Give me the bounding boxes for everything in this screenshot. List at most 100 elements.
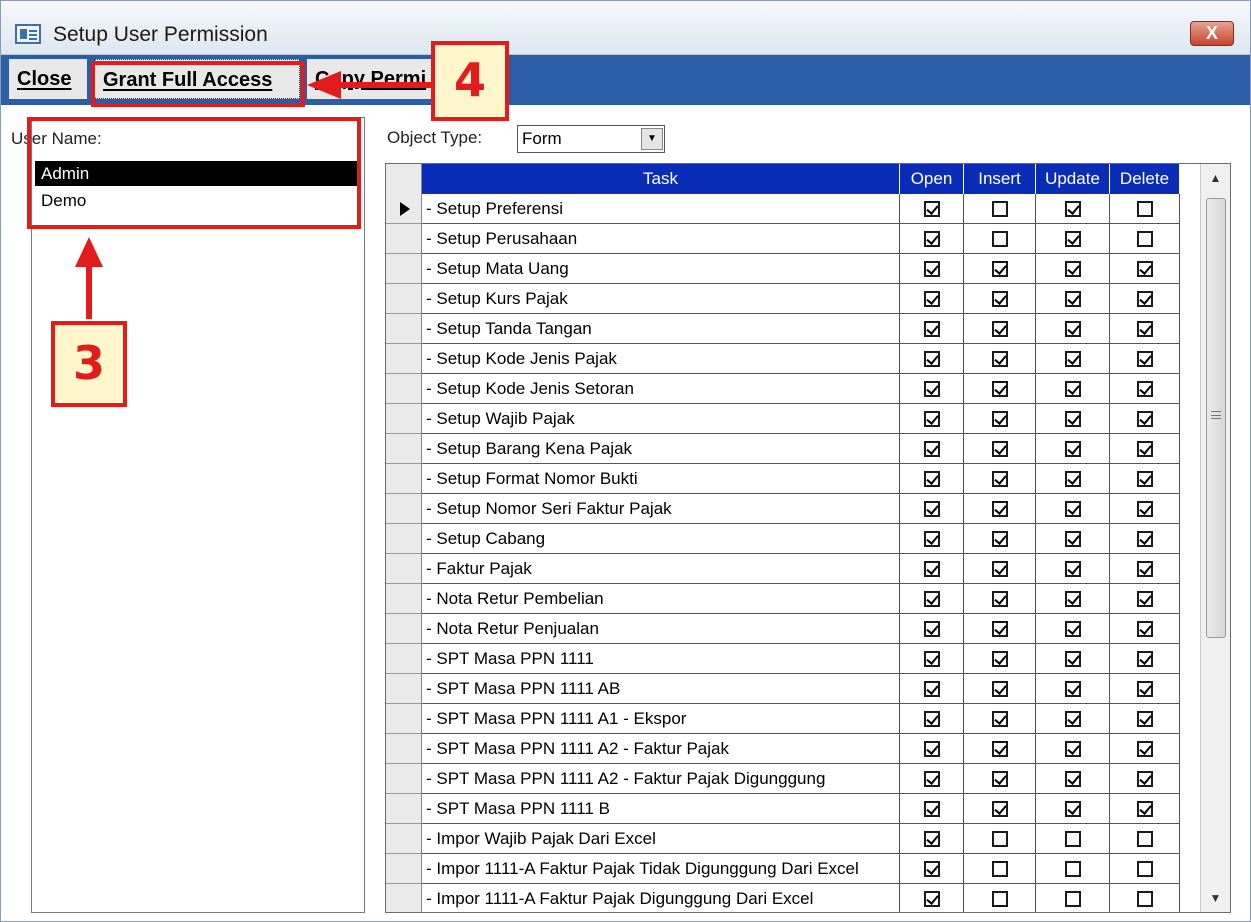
insert-checkbox[interactable]: [991, 500, 1008, 517]
table-row[interactable]: - Setup Mata Uang: [386, 254, 1204, 284]
table-row[interactable]: - Setup Tanda Tangan: [386, 314, 1204, 344]
insert-checkbox[interactable]: [991, 380, 1008, 397]
open-checkbox[interactable]: [923, 830, 940, 847]
delete-checkbox[interactable]: [1136, 650, 1153, 667]
table-row[interactable]: - Impor 1111-A Faktur Pajak Digunggung D…: [386, 884, 1204, 912]
update-checkbox[interactable]: [1064, 200, 1081, 217]
update-checkbox[interactable]: [1064, 620, 1081, 637]
delete-checkbox[interactable]: [1136, 320, 1153, 337]
insert-checkbox[interactable]: [991, 560, 1008, 577]
delete-checkbox[interactable]: [1136, 860, 1153, 877]
update-checkbox[interactable]: [1064, 350, 1081, 367]
update-checkbox[interactable]: [1064, 770, 1081, 787]
delete-checkbox[interactable]: [1136, 710, 1153, 727]
update-checkbox[interactable]: [1064, 440, 1081, 457]
update-checkbox[interactable]: [1064, 380, 1081, 397]
open-checkbox[interactable]: [923, 770, 940, 787]
table-row[interactable]: - Nota Retur Penjualan: [386, 614, 1204, 644]
delete-checkbox[interactable]: [1136, 230, 1153, 247]
row-selector[interactable]: [386, 884, 422, 912]
open-checkbox[interactable]: [923, 740, 940, 757]
insert-checkbox[interactable]: [991, 200, 1008, 217]
row-selector[interactable]: [386, 644, 422, 674]
insert-checkbox[interactable]: [991, 350, 1008, 367]
open-checkbox[interactable]: [923, 590, 940, 607]
row-selector[interactable]: [386, 494, 422, 524]
insert-checkbox[interactable]: [991, 620, 1008, 637]
open-checkbox[interactable]: [923, 680, 940, 697]
insert-checkbox[interactable]: [991, 830, 1008, 847]
update-checkbox[interactable]: [1064, 530, 1081, 547]
table-row[interactable]: - SPT Masa PPN 1111 A2 - Faktur Pajak Di…: [386, 764, 1204, 794]
update-checkbox[interactable]: [1064, 500, 1081, 517]
update-checkbox[interactable]: [1064, 800, 1081, 817]
open-checkbox[interactable]: [923, 260, 940, 277]
row-selector[interactable]: [386, 854, 422, 884]
insert-checkbox[interactable]: [991, 260, 1008, 277]
open-checkbox[interactable]: [923, 410, 940, 427]
open-checkbox[interactable]: [923, 530, 940, 547]
row-selector[interactable]: [386, 704, 422, 734]
table-row[interactable]: - Setup Kode Jenis Setoran: [386, 374, 1204, 404]
scroll-up-icon[interactable]: ▲: [1201, 164, 1230, 192]
delete-checkbox[interactable]: [1136, 530, 1153, 547]
insert-checkbox[interactable]: [991, 800, 1008, 817]
delete-checkbox[interactable]: [1136, 560, 1153, 577]
update-checkbox[interactable]: [1064, 860, 1081, 877]
open-checkbox[interactable]: [923, 350, 940, 367]
row-selector[interactable]: [386, 614, 422, 644]
delete-checkbox[interactable]: [1136, 590, 1153, 607]
table-row[interactable]: - SPT Masa PPN 1111 AB: [386, 674, 1204, 704]
delete-checkbox[interactable]: [1136, 440, 1153, 457]
scroll-thumb[interactable]: [1206, 198, 1226, 638]
open-checkbox[interactable]: [923, 440, 940, 457]
insert-checkbox[interactable]: [991, 710, 1008, 727]
delete-checkbox[interactable]: [1136, 890, 1153, 907]
open-checkbox[interactable]: [923, 620, 940, 637]
row-selector[interactable]: [386, 434, 422, 464]
update-checkbox[interactable]: [1064, 290, 1081, 307]
row-selector[interactable]: [386, 284, 422, 314]
table-row[interactable]: - Impor 1111-A Faktur Pajak Tidak Digung…: [386, 854, 1204, 884]
object-type-select[interactable]: Form ▼: [517, 125, 665, 153]
table-row[interactable]: - Setup Nomor Seri Faktur Pajak: [386, 494, 1204, 524]
table-row[interactable]: - Setup Perusahaan: [386, 224, 1204, 254]
update-checkbox[interactable]: [1064, 830, 1081, 847]
open-checkbox[interactable]: [923, 560, 940, 577]
delete-checkbox[interactable]: [1136, 770, 1153, 787]
copy-permission-button[interactable]: Copy Permi: [307, 59, 431, 99]
open-checkbox[interactable]: [923, 290, 940, 307]
table-row[interactable]: - Faktur Pajak: [386, 554, 1204, 584]
row-selector[interactable]: [386, 764, 422, 794]
insert-checkbox[interactable]: [991, 680, 1008, 697]
chevron-down-icon[interactable]: ▼: [641, 128, 663, 150]
table-row[interactable]: - SPT Masa PPN 1111: [386, 644, 1204, 674]
delete-checkbox[interactable]: [1136, 800, 1153, 817]
table-row[interactable]: - Setup Kurs Pajak: [386, 284, 1204, 314]
window-close-button[interactable]: X: [1190, 21, 1234, 46]
delete-checkbox[interactable]: [1136, 500, 1153, 517]
open-checkbox[interactable]: [923, 890, 940, 907]
delete-checkbox[interactable]: [1136, 830, 1153, 847]
current-record-icon[interactable]: [386, 194, 422, 224]
delete-checkbox[interactable]: [1136, 350, 1153, 367]
table-row[interactable]: - SPT Masa PPN 1111 A2 - Faktur Pajak: [386, 734, 1204, 764]
row-selector[interactable]: [386, 554, 422, 584]
insert-checkbox[interactable]: [991, 290, 1008, 307]
update-checkbox[interactable]: [1064, 650, 1081, 667]
insert-checkbox[interactable]: [991, 470, 1008, 487]
open-checkbox[interactable]: [923, 470, 940, 487]
table-row[interactable]: - Setup Wajib Pajak: [386, 404, 1204, 434]
open-checkbox[interactable]: [923, 380, 940, 397]
row-selector[interactable]: [386, 224, 422, 254]
update-checkbox[interactable]: [1064, 740, 1081, 757]
table-row[interactable]: - Setup Cabang: [386, 524, 1204, 554]
row-selector[interactable]: [386, 794, 422, 824]
update-checkbox[interactable]: [1064, 260, 1081, 277]
open-checkbox[interactable]: [923, 710, 940, 727]
insert-checkbox[interactable]: [991, 890, 1008, 907]
insert-checkbox[interactable]: [991, 530, 1008, 547]
scroll-down-icon[interactable]: ▼: [1201, 884, 1230, 912]
delete-checkbox[interactable]: [1136, 260, 1153, 277]
table-row[interactable]: - Setup Kode Jenis Pajak: [386, 344, 1204, 374]
